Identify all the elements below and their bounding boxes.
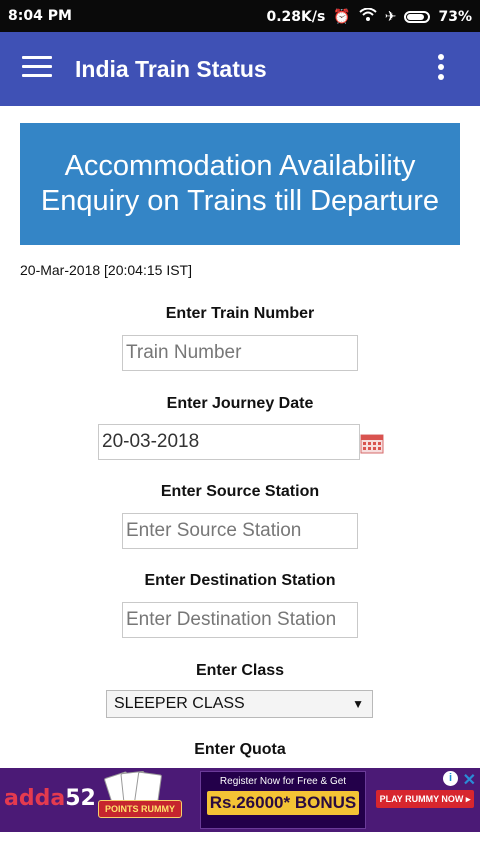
class-label: Enter Class	[195, 662, 285, 679]
ad-offer: Register Now for Free & Get Rs.26000* BO…	[200, 771, 366, 829]
ad-register-text: Register Now for Free & Get	[219, 776, 347, 787]
calendar-icon[interactable]	[360, 432, 384, 454]
network-speed: 0.28K/s	[266, 9, 326, 25]
ad-badge: POINTS RUMMY	[98, 800, 183, 818]
destination-station-label: Enter Destination Station	[144, 572, 336, 589]
current-timestamp: 20-Mar-2018 [20:04:15 IST]	[20, 262, 192, 278]
battery-level: 73%	[438, 9, 472, 25]
wifi-icon	[359, 7, 377, 26]
app-bar: India Train Status	[0, 32, 480, 106]
train-number-label: Enter Train Number	[165, 305, 315, 322]
bottom-spacer	[0, 832, 480, 854]
class-select[interactable]: SLEEPER CLASS ▼	[106, 690, 373, 718]
quota-label: Enter Quota	[194, 741, 286, 758]
ad-bonus-text: Rs.26000* BONUS	[207, 791, 359, 815]
app-title: India Train Status	[75, 56, 267, 82]
journey-date-label: Enter Journey Date	[166, 395, 314, 412]
source-station-label: Enter Source Station	[160, 483, 320, 500]
destination-station-input[interactable]	[122, 602, 358, 638]
page-heading-banner: Accommodation Availability Enquiry on Tr…	[20, 123, 460, 245]
journey-date-input[interactable]	[98, 424, 360, 460]
alarm-icon: ⏰	[333, 9, 351, 25]
status-right: 0.28K/s ⏰ ✈ 73%	[266, 7, 472, 26]
train-number-input[interactable]	[122, 335, 358, 371]
chevron-down-icon: ▼	[352, 697, 364, 711]
status-bar: 8:04 PM 0.28K/s ⏰ ✈ 73%	[0, 0, 480, 32]
battery-icon	[404, 11, 431, 23]
airplane-icon: ✈	[384, 9, 397, 25]
status-time: 8:04 PM	[8, 8, 72, 24]
ad-info-icon[interactable]: i	[443, 771, 458, 786]
source-station-input[interactable]	[122, 513, 358, 549]
ad-cta-button[interactable]: PLAY RUMMY NOW ▸	[376, 790, 474, 808]
ad-close-icon[interactable]: ✕	[463, 770, 476, 790]
class-select-value: SLEEPER CLASS	[114, 695, 245, 712]
ad-banner[interactable]: adda52 POINTS RUMMY Register Now for Fre…	[0, 768, 480, 832]
ad-brand-logo: adda52	[4, 786, 96, 811]
menu-icon[interactable]	[22, 56, 52, 80]
more-vert-icon[interactable]	[434, 54, 448, 84]
